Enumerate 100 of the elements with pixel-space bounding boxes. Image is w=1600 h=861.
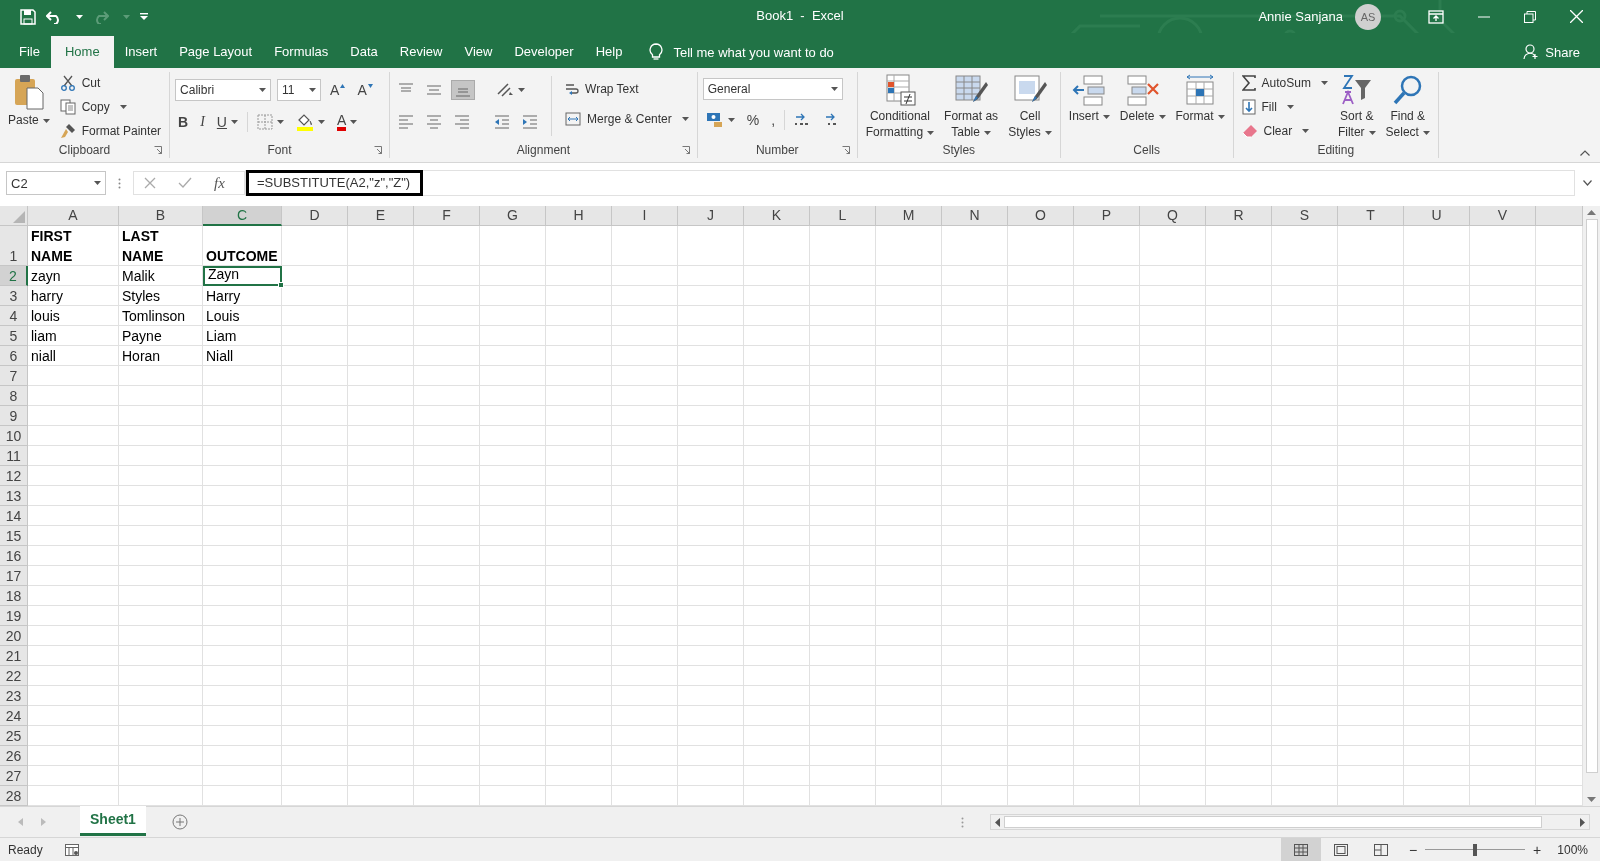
row-header[interactable]: 28	[0, 786, 28, 806]
number-format-dropdown[interactable]: General	[702, 78, 843, 100]
macro-record-icon[interactable]	[64, 843, 79, 856]
paste-button[interactable]: Paste	[5, 72, 53, 130]
column-header[interactable]: C	[203, 206, 282, 226]
user-avatar[interactable]: AS	[1355, 3, 1381, 30]
wrap-text-button[interactable]: Wrap Text	[562, 78, 692, 100]
menu-tab[interactable]: Developer	[503, 36, 585, 68]
table-cell[interactable]: Styles	[119, 286, 203, 306]
row-header[interactable]: 25	[0, 726, 28, 746]
row-header[interactable]: 6	[0, 346, 28, 366]
zoom-level[interactable]: 100%	[1557, 842, 1588, 857]
table-cell[interactable]: harry	[28, 286, 119, 306]
row-header[interactable]: 5	[0, 326, 28, 346]
table-cell[interactable]: LAST NAME	[119, 226, 203, 266]
column-header[interactable]: Q	[1140, 206, 1206, 226]
scroll-down-icon[interactable]	[1587, 797, 1596, 802]
underline-button[interactable]: U	[213, 114, 241, 130]
name-box[interactable]: C2	[6, 171, 106, 195]
align-right-icon[interactable]	[454, 115, 471, 129]
fill-button[interactable]: Fill	[1238, 96, 1331, 118]
row-header[interactable]: 3	[0, 286, 28, 306]
table-cell[interactable]: Horan	[119, 346, 203, 366]
close-icon[interactable]	[1570, 10, 1583, 23]
table-cell[interactable]: niall	[28, 346, 119, 366]
column-header[interactable]: K	[744, 206, 810, 226]
menu-tab[interactable]: Page Layout	[168, 36, 264, 68]
ribbon-display-icon[interactable]	[1428, 9, 1444, 24]
tell-me-search[interactable]: Tell me what you want to do	[673, 44, 834, 60]
dialog-launcher-icon[interactable]	[681, 146, 690, 154]
table-cell[interactable]: Liam	[203, 326, 282, 346]
row-header[interactable]: 7	[0, 366, 28, 386]
font-size-dropdown[interactable]: 11	[277, 79, 322, 101]
format-painter-button[interactable]: Format Painter	[56, 120, 165, 142]
row-header[interactable]: 4	[0, 306, 28, 326]
menu-tab[interactable]: Help	[584, 36, 634, 68]
table-cell[interactable]: Harry	[203, 286, 282, 306]
menu-tab[interactable]: Insert	[113, 36, 169, 68]
table-cell[interactable]: Tomlinson	[119, 306, 203, 326]
column-header[interactable]: G	[480, 206, 546, 226]
table-cell[interactable]: zayn	[28, 266, 119, 286]
autosum-button[interactable]: AutoSum	[1238, 72, 1331, 94]
column-header[interactable]: B	[119, 206, 203, 226]
row-header[interactable]: 18	[0, 586, 28, 606]
font-color-button[interactable]: A	[333, 113, 361, 131]
table-cell[interactable]: Louis	[203, 306, 282, 326]
row-header[interactable]: 27	[0, 766, 28, 786]
dialog-launcher-icon[interactable]	[374, 146, 383, 154]
expand-formula-icon[interactable]	[1583, 180, 1592, 186]
dialog-launcher-icon[interactable]	[154, 146, 163, 154]
scroll-up-icon[interactable]	[1587, 210, 1596, 215]
row-header[interactable]: 22	[0, 666, 28, 686]
row-header[interactable]: 20	[0, 626, 28, 646]
bold-button[interactable]: B	[175, 114, 192, 130]
row-header[interactable]: 21	[0, 646, 28, 666]
table-cell[interactable]: Niall	[203, 346, 282, 366]
fill-handle[interactable]	[278, 282, 284, 288]
checkmark-icon[interactable]	[178, 177, 192, 189]
column-header[interactable]: E	[348, 206, 414, 226]
share-button[interactable]: Share	[1523, 36, 1580, 68]
row-header[interactable]: 11	[0, 446, 28, 466]
grow-font-button[interactable]: A	[327, 82, 349, 98]
column-header[interactable]: O	[1008, 206, 1074, 226]
row-header[interactable]: 2	[0, 266, 28, 286]
row-header[interactable]: 17	[0, 566, 28, 586]
format-table-button[interactable]: Format as Table	[941, 72, 1002, 142]
shrink-font-button[interactable]: A	[354, 82, 376, 98]
collapse-ribbon-icon[interactable]	[1580, 150, 1590, 156]
column-header[interactable]: T	[1338, 206, 1404, 226]
column-header[interactable]: L	[810, 206, 876, 226]
column-header[interactable]: D	[282, 206, 348, 226]
column-header[interactable]: A	[28, 206, 119, 226]
row-header[interactable]: 26	[0, 746, 28, 766]
align-center-icon[interactable]	[426, 115, 443, 129]
delete-button[interactable]: Delete	[1116, 72, 1169, 126]
align-left-icon[interactable]	[398, 115, 415, 129]
fill-bucket-icon[interactable]	[295, 113, 314, 131]
sheet-tab[interactable]: Sheet1	[80, 806, 146, 836]
row-header[interactable]: 16	[0, 546, 28, 566]
format-button[interactable]: Format	[1172, 72, 1228, 126]
menu-tab[interactable]: Formulas	[263, 36, 340, 68]
text-angle-icon[interactable]	[496, 82, 515, 98]
menu-tab[interactable]: View	[453, 36, 504, 68]
normal-view-button[interactable]	[1280, 837, 1321, 861]
row-header[interactable]: 9	[0, 406, 28, 426]
horizontal-scrollbar[interactable]	[990, 814, 1590, 830]
scroll-thumb[interactable]	[1004, 816, 1542, 828]
cancel-icon[interactable]	[144, 177, 156, 189]
save-icon[interactable]	[20, 8, 36, 25]
cut-button[interactable]: Cut	[56, 72, 165, 94]
column-header[interactable]: M	[876, 206, 942, 226]
font-name-dropdown[interactable]: Calibri	[175, 79, 272, 101]
column-header[interactable]: U	[1404, 206, 1470, 226]
scroll-thumb[interactable]	[1585, 219, 1598, 773]
formula-input[interactable]: =SUBSTITUTE(A2,"z","Z")	[245, 170, 1575, 196]
zoom-in-button[interactable]: +	[1533, 841, 1542, 858]
row-header[interactable]: 23	[0, 686, 28, 706]
zoom-out-button[interactable]: −	[1408, 841, 1418, 858]
insert-function-button[interactable]: fx	[214, 174, 225, 192]
middle-align-icon[interactable]	[426, 83, 443, 97]
